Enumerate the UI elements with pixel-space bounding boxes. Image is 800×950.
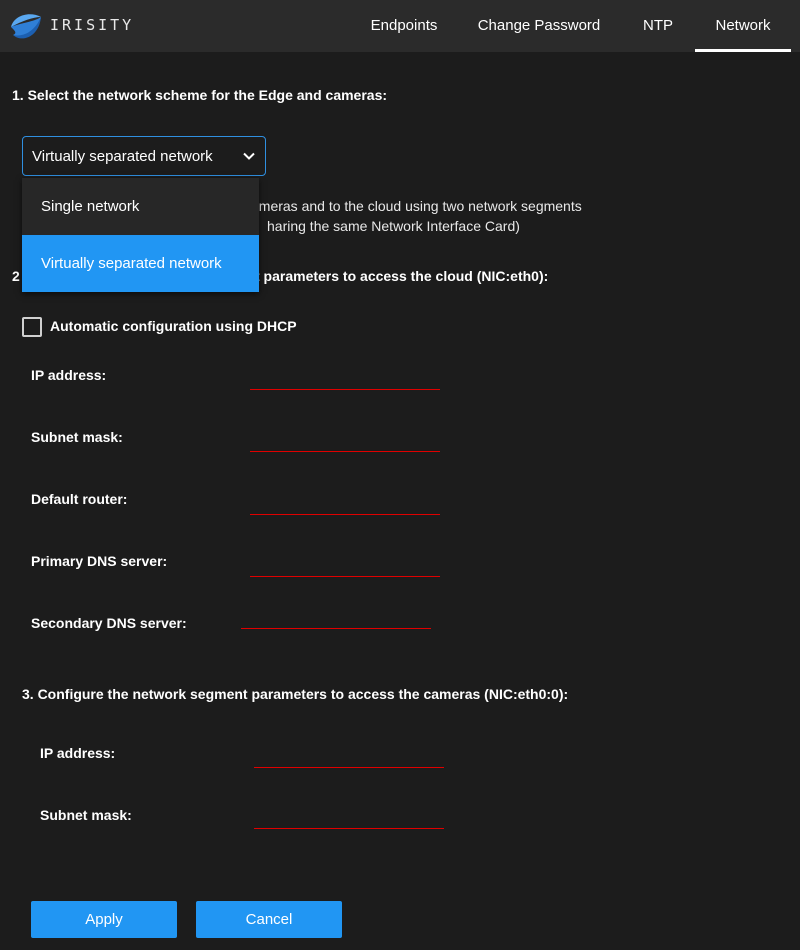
network-scheme-dropdown: Single network Virtually separated netwo… (22, 178, 259, 292)
primary-dns-input[interactable] (250, 551, 440, 577)
cloud-subnet-mask-label: Subnet mask: (31, 429, 123, 445)
cloud-ip-address-input[interactable] (250, 364, 440, 390)
cancel-button[interactable]: Cancel (196, 901, 342, 938)
section1-heading: 1. Select the network scheme for the Edg… (12, 87, 388, 103)
camera-ip-address-input[interactable] (254, 742, 444, 768)
camera-ip-address-label: IP address: (40, 745, 116, 761)
camera-subnet-mask-label: Subnet mask: (40, 807, 132, 823)
section2-heading-number: 2 (12, 268, 20, 284)
camera-subnet-mask-input[interactable] (254, 803, 444, 829)
tab-network[interactable]: Network (695, 0, 791, 52)
option-virtually-separated-network[interactable]: Virtually separated network (22, 235, 259, 292)
section2-heading: t parameters to access the cloud (NIC:et… (255, 268, 549, 284)
dhcp-label: Automatic configuration using DHCP (50, 318, 297, 334)
cloud-subnet-mask-input[interactable] (250, 426, 440, 452)
primary-dns-label: Primary DNS server: (31, 553, 168, 569)
irisity-logo-icon (11, 14, 41, 39)
network-scheme-select[interactable]: Virtually separated network (22, 136, 266, 176)
tab-change-password[interactable]: Change Password (472, 0, 606, 52)
dhcp-checkbox[interactable] (22, 317, 42, 337)
cloud-ip-address-label: IP address: (31, 367, 107, 383)
apply-button[interactable]: Apply (31, 901, 177, 938)
chevron-down-icon (243, 152, 255, 160)
default-router-label: Default router: (31, 491, 128, 507)
network-scheme-select-value: Virtually separated network (32, 147, 213, 165)
logo-text: IRISITY (50, 16, 135, 34)
irisity-logo[interactable]: IRISITY (8, 7, 134, 43)
option-single-network[interactable]: Single network (22, 178, 259, 235)
top-bar: IRISITY Endpoints Change Password NTP Ne… (0, 0, 800, 52)
tab-ntp[interactable]: NTP (640, 0, 676, 52)
section3-heading: 3. Configure the network segment paramet… (22, 686, 569, 702)
secondary-dns-label: Secondary DNS server: (31, 615, 187, 631)
default-router-input[interactable] (250, 489, 440, 515)
secondary-dns-input[interactable] (241, 603, 431, 629)
tab-endpoints[interactable]: Endpoints (367, 0, 441, 52)
